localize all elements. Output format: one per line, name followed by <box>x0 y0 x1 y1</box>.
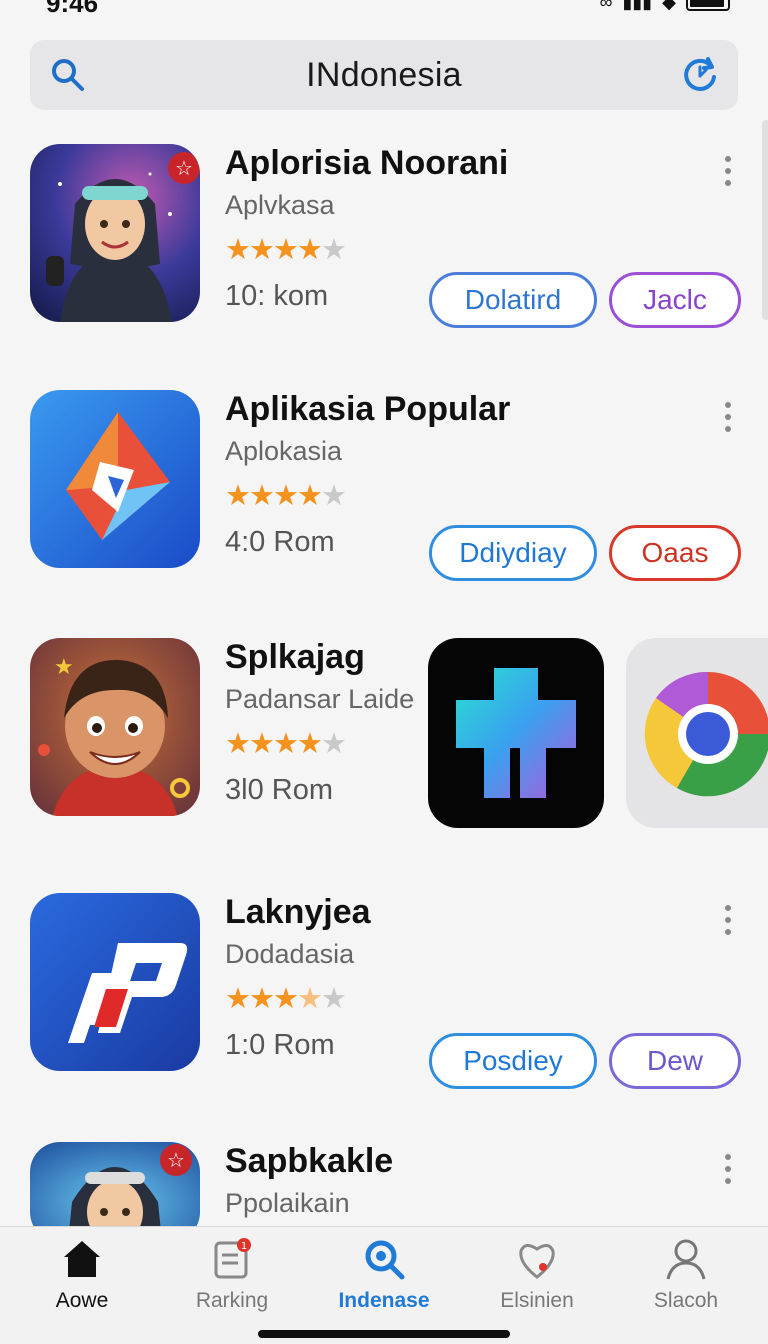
star-icon: ★ <box>273 480 299 512</box>
profile-icon <box>666 1239 706 1280</box>
tab-label: Rarking <box>195 1289 269 1312</box>
app-icon-triangle-logo[interactable] <box>30 390 200 568</box>
tab-label: Elsinien <box>500 1289 574 1312</box>
app-action-button[interactable]: Dew <box>609 1033 741 1089</box>
wifi-icon: ◆ <box>662 0 676 12</box>
app-name[interactable]: Aplikasia Popular <box>225 390 510 429</box>
search-bar[interactable]: INdonesia <box>30 40 738 110</box>
status-icons: ∞ ▮▮▮ ◆ <box>600 0 730 13</box>
app-size: 1:0 Rom <box>225 1029 335 1061</box>
star-icon: ★ <box>249 480 275 512</box>
star-icon: ★ <box>321 728 347 760</box>
app-size: 10: kom <box>225 280 329 312</box>
app-row[interactable]: Aplikasia Popular Aplokasia ★★★★★ 4:0 Ro… <box>0 390 768 581</box>
star-icon: ★ <box>249 728 275 760</box>
status-bar: 9:46 ∞ ▮▮▮ ◆ <box>0 0 768 22</box>
more-options-icon[interactable] <box>718 1154 738 1190</box>
star-icon: ★ <box>225 480 251 512</box>
star-icon: ★ <box>273 234 299 266</box>
star-icon: ★ <box>225 234 251 266</box>
star-icon: ★ <box>273 728 299 760</box>
star-icon: ★ <box>225 983 251 1015</box>
tab-label: Aowe <box>55 1289 109 1312</box>
signal-icon: ▮▮▮ <box>622 0 653 12</box>
more-options-icon[interactable] <box>718 156 738 192</box>
star-icon: ★ <box>249 234 275 266</box>
search-icon <box>365 1240 405 1280</box>
svg-text:☆: ☆ <box>167 1148 185 1172</box>
app-name[interactable]: Aplorisia Noorani <box>225 144 508 183</box>
star-rating: ★★★★★ <box>225 981 347 1016</box>
plus-logo-icon <box>456 668 576 798</box>
app-category: Ppolaikain <box>225 1188 350 1218</box>
status-time: 9:46 <box>46 0 99 18</box>
app-category: Padansar Laide <box>225 684 415 714</box>
app-category: Aplvkasa <box>225 190 335 220</box>
bottom-tab-bar: Aowe 1 Rarking Indenase Elsinien Slacoh <box>0 1226 768 1344</box>
app-row[interactable]: ☆ Aplorisia Noorani Aplvkasa ★★★★★ 10: k… <box>0 144 768 334</box>
app-row[interactable]: ☆ Sapbkakle Ppolaikain <box>0 1142 768 1226</box>
search-title: INdonesia <box>306 55 462 94</box>
star-icon: ★ <box>273 983 299 1015</box>
app-size: 4:0 Rom <box>225 526 335 558</box>
tab-profile[interactable]: Slacoh <box>616 1237 756 1317</box>
battery-icon <box>686 0 730 11</box>
app-name[interactable]: Splkajag <box>225 638 365 677</box>
app-action-button[interactable]: Posdiey <box>429 1033 597 1089</box>
app-icon-letter-logo[interactable] <box>30 893 200 1071</box>
star-icon: ★ <box>297 234 323 266</box>
search-icon[interactable] <box>50 57 86 93</box>
star-rating: ★★★★★ <box>225 478 347 513</box>
browser-logo-icon <box>644 671 768 797</box>
app-action-button[interactable]: Dolatird <box>429 272 597 328</box>
related-app-tile-plus[interactable] <box>428 638 604 828</box>
star-icon: ★ <box>249 983 275 1015</box>
tab-explore[interactable]: Elsinien <box>467 1237 607 1317</box>
link-icon: ∞ <box>599 0 613 12</box>
star-icon: ★ <box>321 480 347 512</box>
svg-text:☆: ☆ <box>175 156 193 180</box>
app-name[interactable]: Sapbkakle <box>225 1142 393 1181</box>
ranking-icon: 1 <box>214 1238 251 1279</box>
more-options-icon[interactable] <box>718 905 738 941</box>
tab-home[interactable]: Aowe <box>12 1237 152 1317</box>
refresh-icon[interactable] <box>680 55 720 95</box>
app-icon-boy-character[interactable]: ★ <box>30 638 200 816</box>
related-app-tile-browser[interactable] <box>626 638 768 828</box>
home-icon <box>64 1241 100 1277</box>
app-action-button[interactable]: Jaclc <box>609 272 741 328</box>
star-icon: ★ <box>321 234 347 266</box>
app-icon-avatar-girl[interactable]: ☆ <box>30 144 200 322</box>
tab-search[interactable]: Indenase <box>314 1237 454 1317</box>
star-icon: ★ <box>297 728 323 760</box>
app-name[interactable]: Laknyjea <box>225 893 371 932</box>
home-indicator <box>258 1330 510 1338</box>
star-half-icon: ★ <box>297 983 323 1015</box>
star-rating: ★★★★★ <box>225 232 347 267</box>
app-row[interactable]: Laknyjea Dodadasia ★★★★★ 1:0 Rom Posdiey… <box>0 893 768 1089</box>
svg-text:★: ★ <box>54 655 74 680</box>
app-size: 3l0 Rom <box>225 774 333 806</box>
app-category: Aplokasia <box>225 436 343 466</box>
app-icon-avatar-girl-2[interactable]: ☆ <box>30 1142 200 1226</box>
svg-text:1: 1 <box>241 1241 247 1252</box>
more-options-icon[interactable] <box>718 402 738 438</box>
app-row[interactable]: ★ Splkajag Padansar Laide ★★★★★ 3l0 Rom <box>0 638 768 828</box>
tab-label: Slacoh <box>653 1289 719 1312</box>
star-icon: ★ <box>225 728 251 760</box>
app-category: Dodadasia <box>225 939 355 969</box>
tab-label: Indenase <box>338 1289 430 1312</box>
app-action-button[interactable]: Oaas <box>609 525 741 581</box>
heart-search-icon <box>519 1244 555 1279</box>
app-action-button[interactable]: Ddiydiay <box>429 525 597 581</box>
tab-ranking[interactable]: 1 Rarking <box>162 1237 302 1317</box>
star-icon: ★ <box>321 983 347 1015</box>
star-icon: ★ <box>297 480 323 512</box>
star-rating: ★★★★★ <box>225 726 347 761</box>
